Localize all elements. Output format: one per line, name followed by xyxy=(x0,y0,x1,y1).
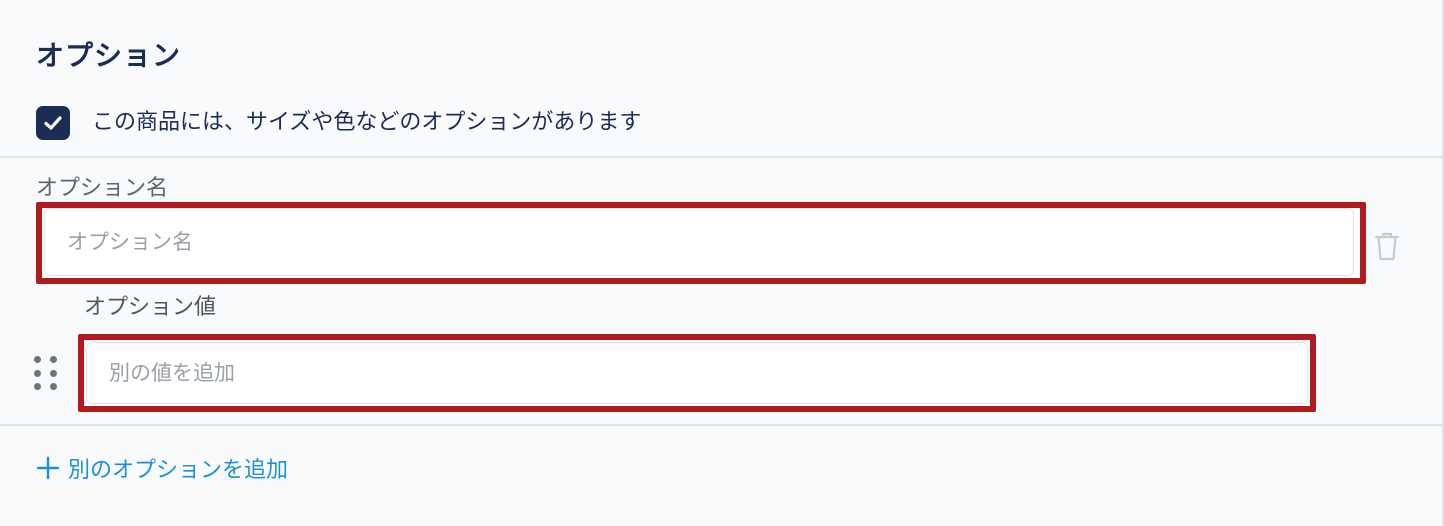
option-name-label: オプション名 xyxy=(36,176,169,201)
add-option-label[interactable]: 別のオプションを追加 xyxy=(68,452,288,484)
option-values-label: オプション値 xyxy=(84,295,217,320)
drag-dot xyxy=(34,356,41,363)
check-icon xyxy=(44,116,62,130)
option-value-input[interactable] xyxy=(86,342,1308,404)
add-option-link[interactable]: 別のオプションを追加 xyxy=(36,452,288,484)
drag-handle-icon[interactable] xyxy=(34,356,60,392)
has-options-label[interactable]: この商品には、サイズや色などのオプションがあります xyxy=(92,108,641,138)
drag-dot xyxy=(34,369,41,377)
drag-dot xyxy=(50,383,57,391)
delete-option-button[interactable] xyxy=(1370,228,1404,264)
drag-dot xyxy=(34,383,41,391)
divider xyxy=(0,156,1444,158)
option-name-input[interactable] xyxy=(44,208,1354,276)
divider xyxy=(0,424,1444,426)
has-options-checkbox[interactable] xyxy=(36,106,70,140)
drag-dot xyxy=(50,369,57,377)
has-options-checkbox-row[interactable]: この商品には、サイズや色などのオプションがあります xyxy=(36,106,641,140)
drag-dot xyxy=(50,356,57,363)
section-title: オプション xyxy=(36,39,182,72)
plus-icon xyxy=(36,456,60,480)
trash-icon xyxy=(1374,232,1400,261)
